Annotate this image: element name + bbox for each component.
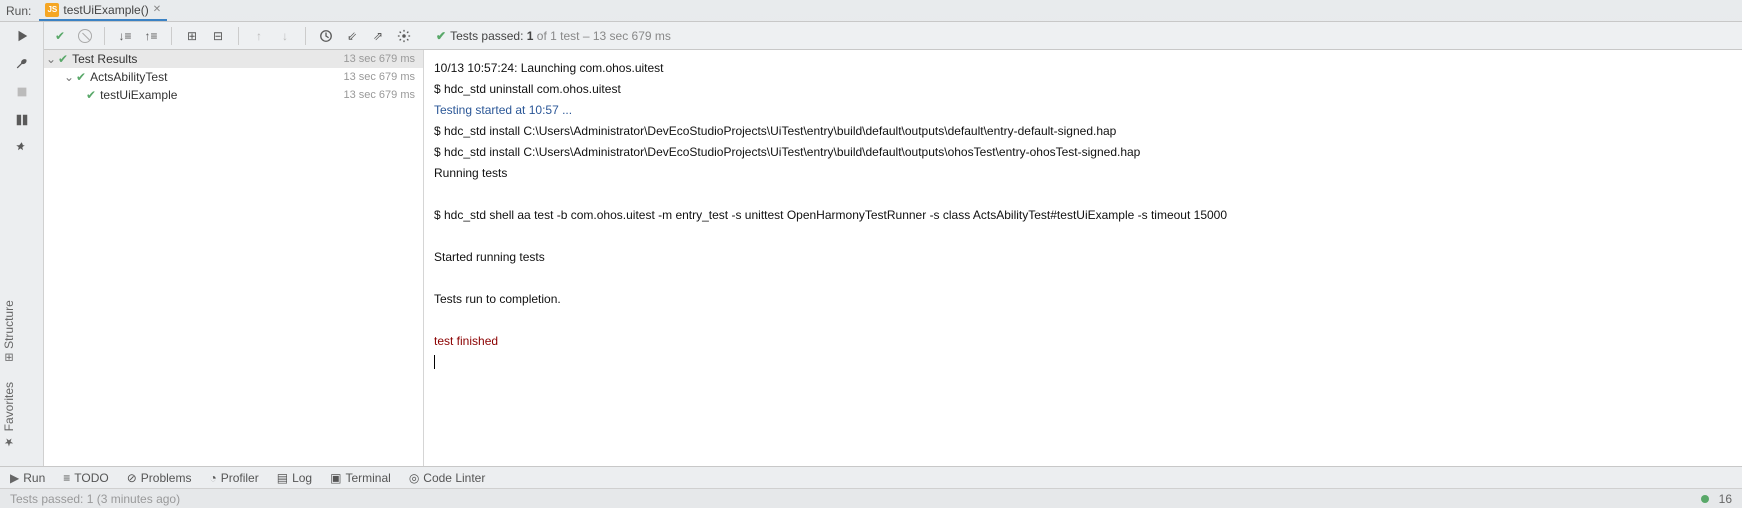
console-output[interactable]: 10/13 10:57:24: Launching com.ohos.uites… bbox=[424, 50, 1742, 466]
status-indicator-icon bbox=[1701, 495, 1709, 503]
status-number: 16 bbox=[1719, 492, 1732, 506]
run-gutter bbox=[0, 22, 44, 466]
next-icon[interactable]: ↓ bbox=[277, 28, 293, 44]
bottom-terminal[interactable]: ▣Terminal bbox=[330, 471, 391, 485]
test-tree[interactable]: ⌄ ✔ Test Results 13 sec 679 ms ⌄ ✔ ActsA… bbox=[44, 50, 424, 466]
status-message: Tests passed: 1 (3 minutes ago) bbox=[10, 492, 180, 506]
import-icon[interactable]: ⇙ bbox=[344, 28, 360, 44]
bottom-profiler[interactable]: ◔Profiler bbox=[209, 471, 258, 485]
prev-icon[interactable]: ↑ bbox=[251, 28, 267, 44]
pass-icon: ✔ bbox=[86, 88, 96, 102]
tree-test[interactable]: ✔ testUiExample 13 sec 679 ms bbox=[44, 86, 423, 104]
gear-icon[interactable] bbox=[396, 28, 412, 44]
pass-icon: ✔ bbox=[76, 70, 86, 84]
tests-passed-summary: ✔ Tests passed: 1 of 1 test – 13 sec 679… bbox=[436, 29, 671, 43]
run-label: Run: bbox=[6, 4, 31, 18]
pin-icon[interactable] bbox=[14, 140, 30, 156]
run-tab-row: Run: JS testUiExample() ✕ bbox=[0, 0, 1742, 22]
collapse-all-icon[interactable]: ⊟ bbox=[210, 28, 226, 44]
run-config-title: testUiExample() bbox=[63, 3, 148, 17]
status-bar: Tests passed: 1 (3 minutes ago) 16 bbox=[0, 488, 1742, 508]
sort-desc-icon[interactable]: ↑≡ bbox=[143, 28, 159, 44]
bottom-todo[interactable]: ≡TODO bbox=[63, 471, 108, 485]
expand-all-icon[interactable]: ⊞ bbox=[184, 28, 200, 44]
run-config-tab[interactable]: JS testUiExample() ✕ bbox=[39, 1, 167, 21]
test-toolbar: ✔ ↓≡ ↑≡ ⊞ ⊟ ↑ ↓ ⇙ ⇗ ✔ Tests passed: 1 of… bbox=[44, 22, 1742, 50]
bottom-problems[interactable]: ⊘Problems bbox=[127, 471, 192, 485]
export-icon[interactable]: ⇗ bbox=[370, 28, 386, 44]
layout-icon[interactable] bbox=[14, 112, 30, 128]
close-icon[interactable]: ✕ bbox=[153, 4, 161, 15]
sort-asc-icon[interactable]: ↓≡ bbox=[117, 28, 133, 44]
tree-root[interactable]: ⌄ ✔ Test Results 13 sec 679 ms bbox=[44, 50, 423, 68]
wrench-icon[interactable] bbox=[14, 56, 30, 72]
bottom-run[interactable]: ▶Run bbox=[10, 471, 45, 485]
show-ignored-icon[interactable] bbox=[78, 29, 92, 43]
chevron-down-icon[interactable]: ⌄ bbox=[44, 52, 58, 66]
history-icon[interactable] bbox=[318, 28, 334, 44]
show-passed-icon[interactable]: ✔ bbox=[52, 28, 68, 44]
text-cursor bbox=[434, 355, 435, 369]
bottom-linter[interactable]: ◎Code Linter bbox=[409, 471, 486, 485]
js-file-icon: JS bbox=[45, 3, 59, 17]
tree-suite[interactable]: ⌄ ✔ ActsAbilityTest 13 sec 679 ms bbox=[44, 68, 423, 86]
bottom-tool-tabs: ▶Run ≡TODO ⊘Problems ◔Profiler ▤Log ▣Ter… bbox=[0, 466, 1742, 488]
stop-icon[interactable] bbox=[14, 84, 30, 100]
rerun-icon[interactable] bbox=[14, 28, 30, 44]
chevron-down-icon[interactable]: ⌄ bbox=[62, 70, 76, 84]
pass-icon: ✔ bbox=[58, 52, 68, 66]
bottom-log[interactable]: ▤Log bbox=[277, 471, 312, 485]
